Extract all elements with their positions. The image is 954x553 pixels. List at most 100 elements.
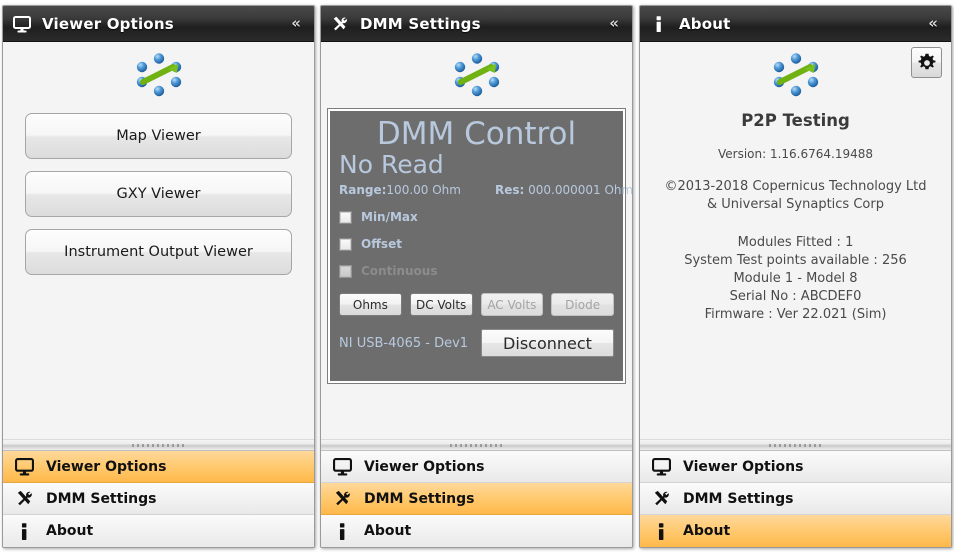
bottom-nav: Viewer Options DMM Settings About [640,450,951,547]
info-icon [13,520,35,542]
about-header [640,42,951,105]
mode-button-diode: Diode [551,293,614,317]
panel-viewer-options: Viewer Options « Map Viewer GXY Viewer I… [2,5,315,548]
nav-item-dmm-settings[interactable]: DMM Settings [321,483,632,515]
monitor-icon [13,456,35,478]
dmm-range-value: 100.00 Ohm [386,183,461,198]
gxy-viewer-button[interactable]: GXY Viewer [25,171,292,217]
nav-label: About [46,523,94,539]
spec-test-points: System Test points available : 256 [684,252,907,268]
dmm-mode-buttons: Ohms DC Volts AC Volts Diode [339,293,614,317]
copyright-line-2: & Universal Synaptics Corp [707,196,884,212]
tools-icon [331,488,353,510]
mode-button-ohms[interactable]: Ohms [339,293,402,317]
nav-item-viewer-options[interactable]: Viewer Options [321,451,632,483]
page-title: Viewer Options [42,14,174,33]
nav-item-about[interactable]: About [640,515,951,547]
dmm-control-box: DMM Control No Read Range:100.00 Ohm Res… [327,108,632,384]
nav-item-about[interactable]: About [321,515,632,547]
mode-button-ac-volts: AC Volts [480,293,544,317]
tools-icon [650,488,672,510]
tools-icon [13,488,35,510]
dmm-connection-row: NI USB-4065 - Dev1 Disconnect [339,329,614,358]
map-viewer-button[interactable]: Map Viewer [25,113,292,159]
grip-icon [768,443,823,447]
settings-button[interactable] [911,47,942,78]
checkbox-icon[interactable] [339,237,352,251]
checkbox-offset[interactable]: Offset [339,237,614,251]
checkbox-icon[interactable] [339,210,352,224]
dmm-res: Res: 000.000001 Ohm [495,183,632,197]
collapse-icon[interactable]: « [925,14,941,33]
splitter[interactable] [640,439,951,450]
dmm-res-value: 000.000001 Ohm [528,183,632,198]
product-name: P2P Testing [741,111,850,130]
info-icon [649,14,669,34]
splitter[interactable] [3,439,314,450]
panel-body: Map Viewer GXY Viewer Instrument Output … [3,42,314,439]
logo-wrap [640,42,951,105]
collapse-icon[interactable]: « [288,14,304,33]
bottom-nav: Viewer Options DMM Settings About [3,450,314,547]
dmm-range-label: Range: [339,183,387,198]
copyright: ©2013-2018 Copernicus Technology Ltd & U… [640,178,951,214]
info-icon [650,520,672,542]
page-title: About [679,14,731,33]
nav-label: DMM Settings [683,490,794,507]
page-title: DMM Settings [360,14,481,33]
dmm-range: Range:100.00 Ohm [339,183,461,197]
monitor-icon [650,456,672,478]
dmm-readout-row: Range:100.00 Ohm Res: 000.000001 Ohm [339,183,632,197]
logo-wrap [321,42,632,105]
app-logo [773,53,818,97]
app-logo [454,53,499,97]
monitor-icon [12,14,32,34]
spec-serial-no: Serial No : ABCDEF0 [729,288,862,304]
viewer-buttons: Map Viewer GXY Viewer Instrument Output … [3,105,314,275]
dmm-reading-value: No Read [339,149,444,179]
monitor-icon [331,456,353,478]
panel-dmm-settings: DMM Settings « DMM Control No Read Range… [320,5,633,548]
instrument-output-viewer-button[interactable]: Instrument Output Viewer [25,229,292,275]
checkbox-label: Min/Max [361,210,418,225]
nav-item-viewer-options[interactable]: Viewer Options [640,451,951,483]
device-name: NI USB-4065 - Dev1 [339,335,469,351]
checkbox-label: Offset [361,237,402,252]
nav-item-dmm-settings[interactable]: DMM Settings [3,483,314,515]
splitter[interactable] [321,439,632,450]
panel-body: DMM Control No Read Range:100.00 Ohm Res… [321,42,632,439]
collapse-icon[interactable]: « [606,14,622,33]
info-icon [331,520,353,542]
titlebar: Viewer Options « [3,6,314,42]
nav-label: Viewer Options [364,458,485,475]
app-logo [136,53,181,97]
checkbox-min-max[interactable]: Min/Max [339,210,614,224]
spec-firmware: Firmware : Ver 22.021 (Sim) [704,306,887,322]
nav-label: DMM Settings [364,490,475,507]
spec-modules-fitted: Modules Fitted : 1 [737,234,854,250]
disconnect-button[interactable]: Disconnect [481,329,614,358]
titlebar: DMM Settings « [321,6,632,42]
tools-icon [330,14,350,34]
nav-label: About [683,523,731,539]
nav-label: Viewer Options [683,458,804,475]
panel-about: About « P2P Testing Version: 1.16.6764.1… [639,5,952,548]
spec-module-model: Module 1 - Model 8 [733,270,858,286]
app-window: Viewer Options « Map Viewer GXY Viewer I… [0,0,954,553]
nav-item-viewer-options[interactable]: Viewer Options [3,451,314,483]
nav-item-dmm-settings[interactable]: DMM Settings [640,483,951,515]
nav-label: About [364,523,412,539]
bottom-nav: Viewer Options DMM Settings About [321,450,632,547]
grip-icon [449,443,504,447]
nav-label: Viewer Options [46,458,167,475]
nav-item-about[interactable]: About [3,515,314,547]
mode-button-dc-volts[interactable]: DC Volts [409,293,473,317]
logo-wrap [3,42,314,105]
gear-icon [918,53,935,69]
dmm-control-title: DMM Control [376,116,577,152]
checkbox-continuous: Continuous [339,264,614,278]
version-text: Version: 1.16.6764.19488 [717,147,874,161]
checkbox-icon [339,264,352,278]
checkbox-label: Continuous [361,264,438,279]
dmm-res-label: Res: [494,183,525,198]
